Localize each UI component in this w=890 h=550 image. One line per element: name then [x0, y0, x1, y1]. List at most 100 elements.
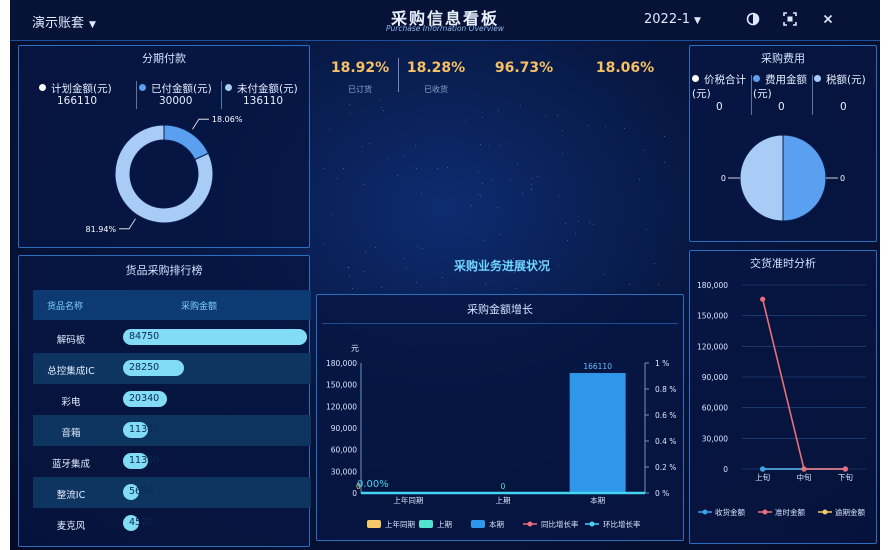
ranking-amount-label: 11300	[129, 455, 160, 466]
y-tick-label: 90,000	[331, 424, 357, 433]
legend-total: 价税合计(元)	[692, 73, 750, 101]
growth-legend-label: 本期	[489, 519, 504, 529]
star-dot	[352, 288, 354, 290]
star-dot	[565, 222, 567, 224]
star-dot	[531, 189, 533, 191]
star-dot	[361, 146, 363, 148]
legend-divider	[812, 75, 813, 115]
star-dot	[480, 144, 482, 146]
ranking-row: 蓝牙集成 11300	[33, 446, 311, 477]
legend-dot	[814, 75, 821, 82]
star-dot	[415, 144, 417, 146]
donut-label-line	[119, 218, 136, 230]
progress-section-title: 采购业务进展状况	[453, 259, 550, 273]
delivery-point	[760, 296, 766, 302]
x-tick-label: 下旬	[838, 472, 853, 482]
star-dot	[485, 283, 487, 285]
growth-legend-swatch-dot	[527, 521, 533, 527]
star-dot	[587, 125, 589, 127]
y-tick-label: 180,000	[326, 359, 357, 368]
cost-pie-label-left: 0	[721, 174, 726, 183]
kpi-third-value: 96.73%	[494, 60, 554, 76]
star-dot	[558, 194, 560, 196]
star-dot	[348, 275, 350, 277]
legend-planned: 计划金额(元)	[39, 81, 112, 96]
kpi-ordered-value: 18.92%	[330, 60, 390, 76]
star-dot	[323, 243, 325, 245]
rate-label: 0.00%	[357, 479, 389, 490]
star-dot	[566, 240, 568, 242]
star-dot	[482, 240, 484, 242]
star-dot	[623, 127, 625, 129]
y2-tick-label: 0.8 %	[655, 385, 676, 394]
star-dot	[604, 125, 606, 127]
legend-dot	[39, 84, 46, 91]
donut-slice-label: 18.06%	[212, 115, 243, 124]
star-dot	[499, 233, 501, 235]
star-dot	[417, 245, 419, 247]
ranking-item-name: 蓝牙集成	[51, 459, 90, 470]
x-tick-label: 中旬	[797, 472, 812, 482]
y-tick-label: 60,000	[331, 446, 357, 455]
star-dot	[646, 228, 648, 230]
growth-legend-swatch	[367, 520, 381, 528]
kpi-received-value: 18.28%	[406, 60, 466, 76]
star-dot	[482, 117, 484, 119]
star-dot	[497, 109, 499, 111]
growth-legend-label: 上年同期	[385, 519, 415, 529]
star-dot	[416, 281, 418, 283]
x-tick-label: 本期	[590, 495, 605, 505]
legend-paid: 已付金额(元)	[139, 81, 212, 96]
kpi-fourth-value: 18.06%	[595, 60, 655, 76]
donut-slice-label: 81.94%	[86, 225, 117, 234]
star-dot	[387, 157, 389, 159]
ranking-item-name: 整流IC	[56, 490, 86, 501]
ranking-amount-label: 84750	[129, 331, 160, 342]
star-dot	[556, 114, 558, 116]
star-dot	[482, 183, 484, 185]
delivery-legend-dot	[762, 509, 768, 515]
star-dot	[343, 167, 345, 169]
star-dot	[465, 120, 467, 122]
donut-slice	[163, 124, 210, 161]
legend-fee: 费用金额(元)	[753, 73, 813, 101]
period-selector[interactable]: 2022-1 ▼	[644, 12, 701, 27]
star-dot	[510, 180, 512, 182]
ranking-amount-label: 28250	[129, 362, 160, 373]
top-bar: 演示账套 ▼ 采购信息看板 Purchase Information Overvi…	[10, 0, 880, 41]
y-tick-label: 180,000	[697, 281, 728, 290]
legend-unpaid: 未付金额(元)	[225, 81, 298, 96]
star-dot	[368, 142, 370, 144]
star-dot	[337, 178, 339, 180]
star-dot	[603, 273, 605, 275]
legend-label: 未付金额(元)	[237, 83, 298, 95]
y-tick-label: 30,000	[331, 467, 357, 476]
dashboard: 演示账套 ▼ 采购信息看板 Purchase Information Overvi…	[10, 0, 880, 550]
star-dot	[397, 174, 399, 176]
installment-title: 分期付款	[142, 52, 186, 65]
star-dot	[544, 116, 546, 118]
period-label: 2022-1	[644, 12, 691, 27]
star-dot	[420, 192, 422, 194]
cost-pie-slice	[782, 134, 827, 222]
x-tick-label: 上期	[496, 496, 511, 505]
y-tick-label: 60,000	[702, 404, 728, 413]
star-dot	[642, 150, 644, 152]
star-dot	[519, 104, 521, 106]
star-dot	[479, 196, 481, 198]
ranking-title: 货品采购排行榜	[125, 264, 203, 277]
theme-toggle-icon[interactable]	[745, 11, 761, 27]
star-dot	[347, 267, 349, 269]
y2-tick-label: 0.2 %	[655, 463, 676, 472]
legend-label: 费用金额(元)	[753, 74, 807, 100]
star-dot	[663, 161, 665, 163]
star-dot	[638, 178, 640, 180]
y2-tick-label: 1 %	[655, 359, 669, 368]
y-tick-label: 30,000	[702, 434, 728, 443]
close-icon[interactable]	[820, 11, 836, 27]
star-dot	[380, 107, 382, 109]
ranking-row: 整流IC 5650	[33, 477, 311, 508]
delivery-legend-dot	[822, 509, 828, 515]
fullscreen-icon[interactable]	[782, 11, 798, 27]
fee-value: 0	[778, 101, 785, 113]
